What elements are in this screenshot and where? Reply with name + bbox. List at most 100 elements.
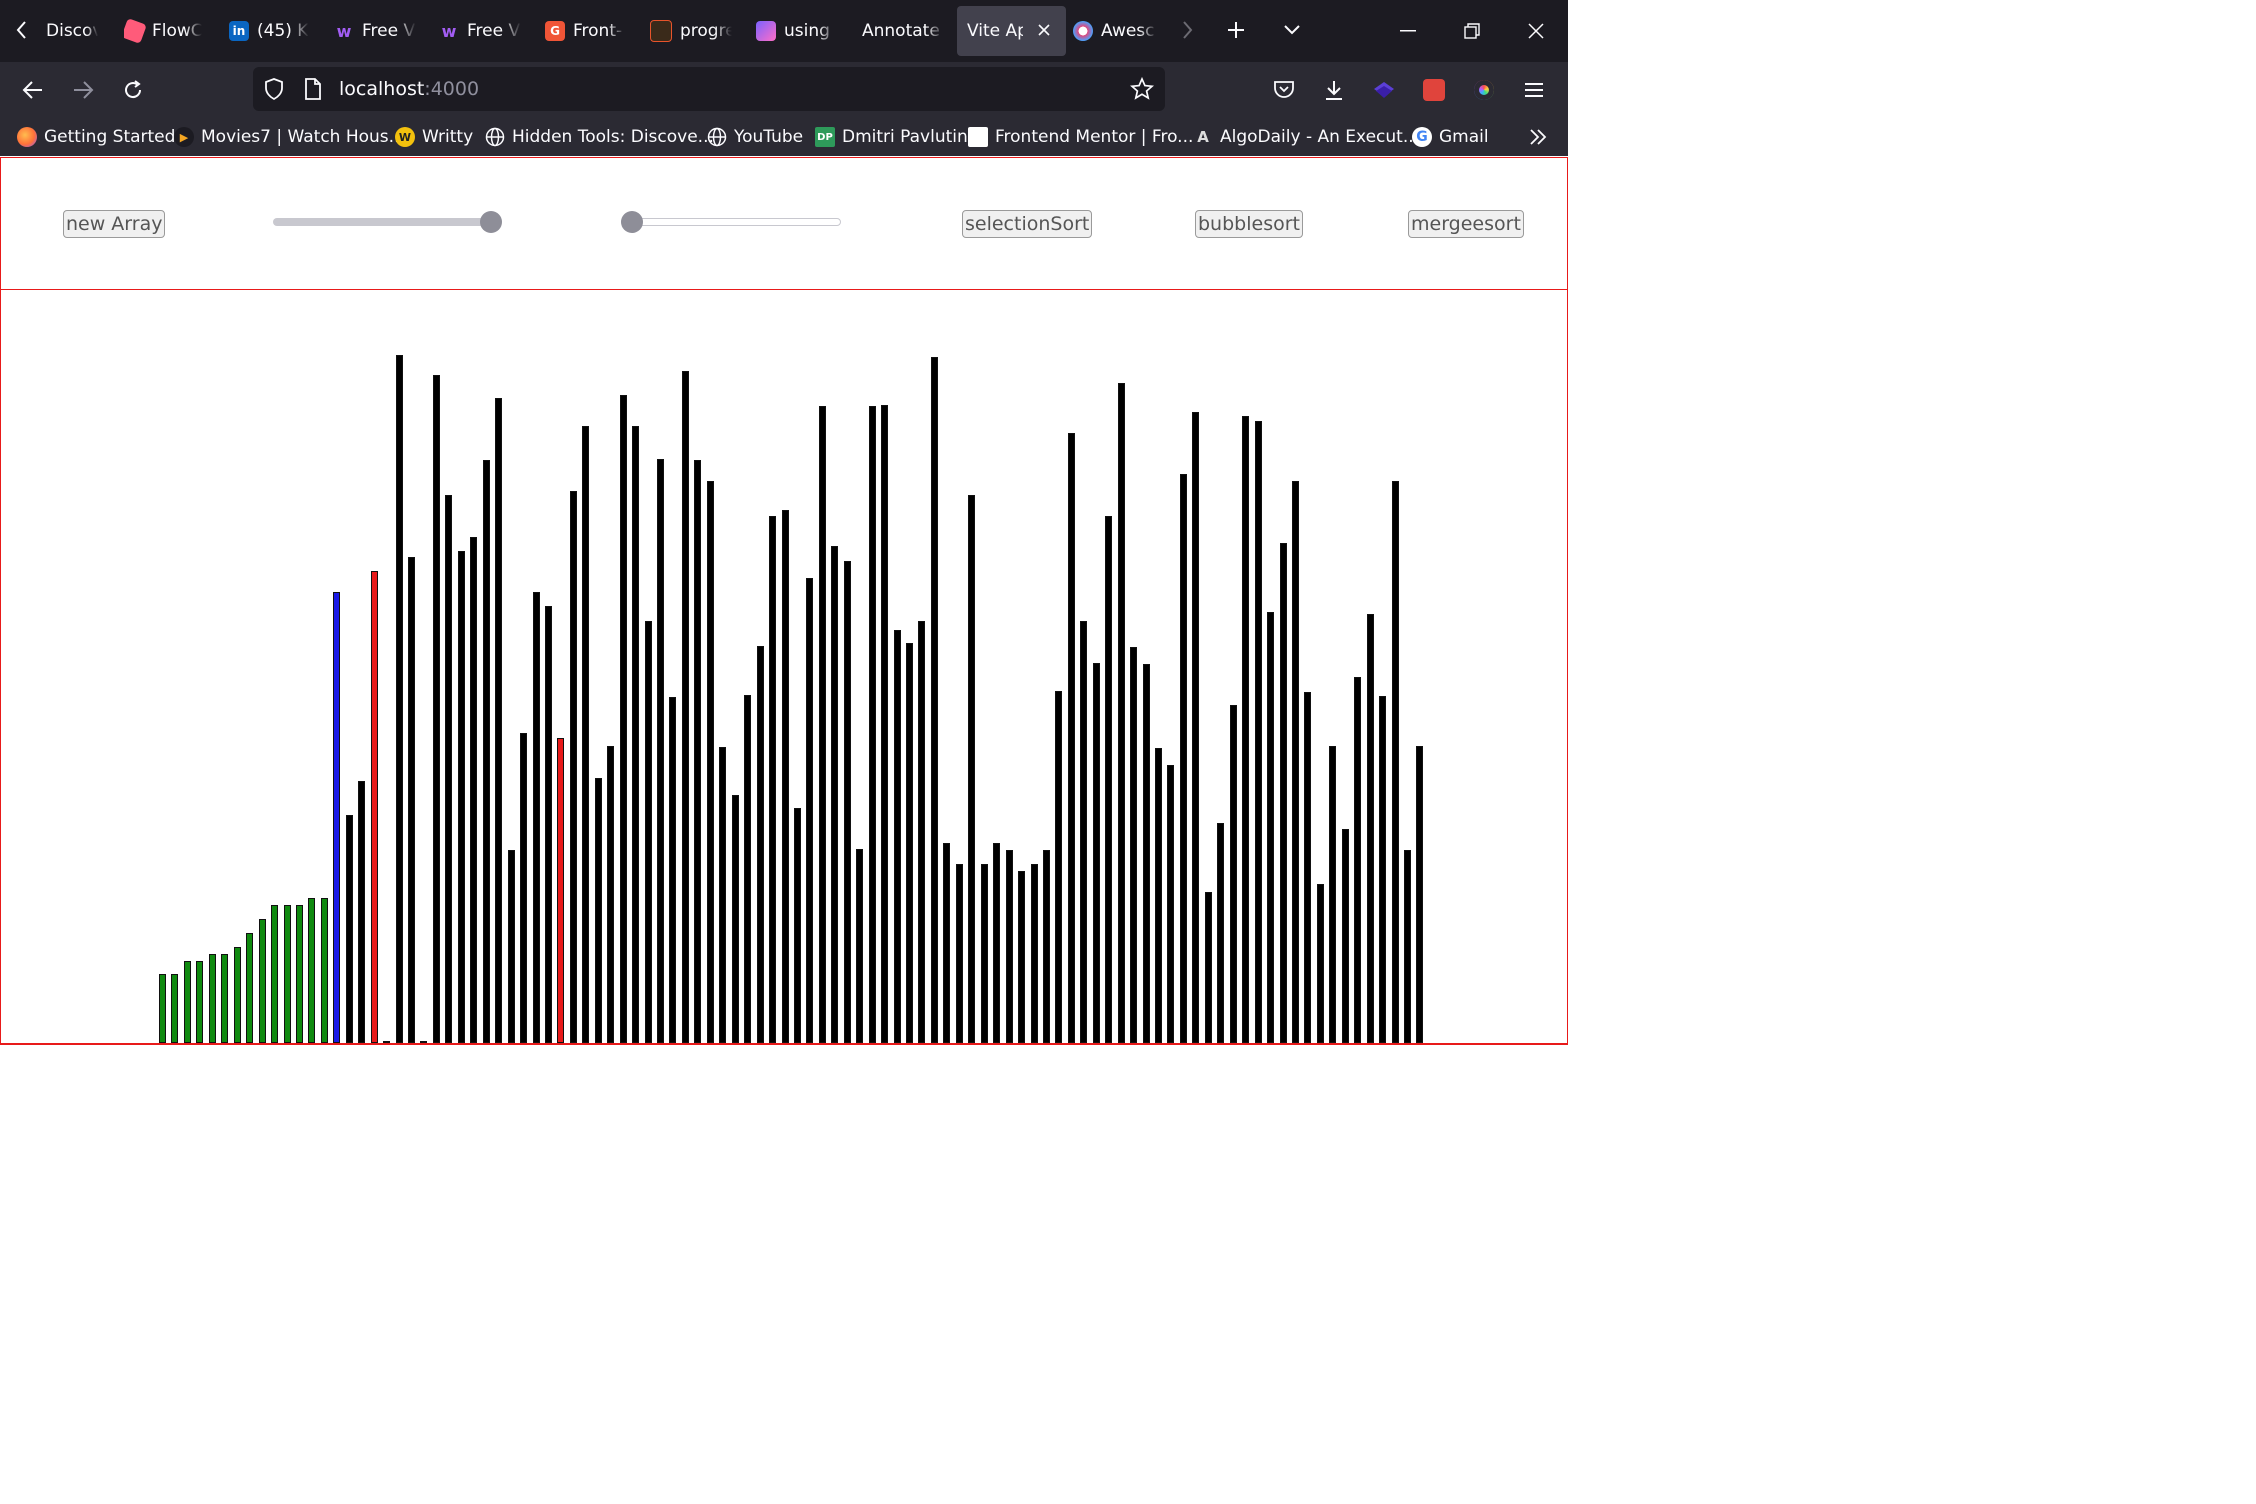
reload-icon[interactable] bbox=[117, 74, 149, 106]
tab-discover[interactable]: Discov bbox=[46, 6, 98, 56]
tab-webflow-2[interactable]: w Free V bbox=[439, 6, 521, 56]
forward-icon[interactable] bbox=[67, 74, 99, 106]
bar-unsorted bbox=[1179, 474, 1187, 1043]
bar-unsorted bbox=[657, 459, 664, 1043]
algodaily-icon: A bbox=[1197, 128, 1209, 146]
bar-sorted bbox=[295, 905, 303, 1043]
url-port: :4000 bbox=[424, 78, 480, 100]
bar-unsorted bbox=[731, 795, 739, 1043]
pocket-icon[interactable] bbox=[1268, 74, 1300, 106]
more-bookmarks-icon[interactable] bbox=[1528, 125, 1548, 149]
bar-unsorted bbox=[1142, 664, 1150, 1043]
bar-unsorted bbox=[1279, 543, 1287, 1043]
array-size-slider[interactable] bbox=[273, 211, 502, 233]
app-icon bbox=[756, 21, 776, 41]
bar-sorted bbox=[159, 974, 166, 1043]
bar-unsorted bbox=[594, 778, 602, 1043]
bar-unsorted bbox=[457, 551, 465, 1043]
bar-unsorted bbox=[831, 546, 839, 1043]
address-bar[interactable]: localhost:4000 bbox=[253, 67, 1165, 111]
menu-icon[interactable] bbox=[1518, 74, 1550, 106]
back-icon[interactable] bbox=[17, 74, 49, 106]
bar-unsorted bbox=[955, 864, 963, 1043]
selection-sort-button[interactable]: selectionSort bbox=[962, 210, 1093, 238]
bar-unsorted bbox=[818, 406, 826, 1043]
bar-unsorted bbox=[793, 808, 801, 1043]
navigation-toolbar: localhost:4000 bbox=[0, 62, 1568, 118]
bookmark-label: AlgoDaily - An Execut... bbox=[1220, 127, 1420, 147]
slider-thumb[interactable] bbox=[621, 211, 643, 233]
controls-panel: new Array selectionSort bubblesort merge… bbox=[0, 157, 1568, 291]
bar-unsorted bbox=[644, 621, 652, 1043]
restore-icon[interactable] bbox=[1450, 14, 1494, 48]
tab-progress[interactable]: progre bbox=[650, 6, 732, 56]
bubble-sort-button[interactable]: bubblesort bbox=[1195, 210, 1303, 238]
bookmark-writty[interactable]: W Writty bbox=[395, 125, 473, 149]
page-info-icon[interactable] bbox=[304, 78, 322, 104]
bookmark-label: Gmail bbox=[1439, 127, 1489, 147]
bar-sorted bbox=[208, 954, 216, 1043]
bar-unsorted bbox=[358, 781, 366, 1043]
bar-unsorted bbox=[756, 646, 764, 1043]
new-array-button[interactable]: new Array bbox=[63, 210, 166, 238]
bookmark-movies7[interactable]: ▶ Movies7 | Watch Hous... bbox=[174, 125, 405, 149]
bar-compare bbox=[370, 571, 378, 1043]
bar-unsorted bbox=[1167, 765, 1175, 1043]
bar-unsorted bbox=[420, 1041, 428, 1043]
url-text[interactable]: localhost:4000 bbox=[339, 78, 479, 100]
tab-webflow-1[interactable]: w Free V bbox=[334, 6, 416, 56]
play-icon: ▶ bbox=[174, 127, 194, 147]
fm-icon bbox=[968, 127, 988, 147]
tabs-scroll-right-icon[interactable] bbox=[1173, 16, 1201, 44]
tab-label: FlowC bbox=[152, 21, 202, 41]
extension-color-icon[interactable] bbox=[1468, 74, 1500, 106]
bookmark-youtube[interactable]: YouTube bbox=[707, 125, 803, 149]
list-all-tabs-icon[interactable] bbox=[1278, 16, 1306, 44]
bar-unsorted bbox=[1291, 481, 1299, 1043]
bookmark-hidden-tools[interactable]: Hidden Tools: Discove... bbox=[485, 125, 714, 149]
bookmark-getting-started[interactable]: Getting Started bbox=[17, 125, 175, 149]
bar-unsorted bbox=[1254, 421, 1262, 1043]
extension-paw-icon[interactable] bbox=[1418, 74, 1450, 106]
tab-frontend[interactable]: G Front- bbox=[545, 6, 625, 56]
tab-linkedin[interactable]: in (45) K bbox=[229, 6, 309, 56]
bookmark-label: Hidden Tools: Discove... bbox=[512, 127, 714, 147]
bar-unsorted bbox=[781, 510, 789, 1043]
dp-icon: DP bbox=[815, 127, 835, 147]
bookmark-gmail[interactable]: G Gmail bbox=[1412, 125, 1489, 149]
bookmark-label: Writty bbox=[422, 127, 474, 147]
shield-icon[interactable] bbox=[264, 78, 284, 104]
bookmark-label: Dmitri Pavlutin bbox=[842, 127, 968, 147]
bar-unsorted bbox=[918, 621, 926, 1043]
bar-unsorted bbox=[1204, 892, 1212, 1043]
firefox-icon bbox=[17, 127, 37, 147]
close-window-icon[interactable] bbox=[1514, 14, 1558, 48]
bookmark-algodaily[interactable]: A AlgoDaily - An Execut... bbox=[1193, 125, 1419, 149]
extension-layers-icon[interactable] bbox=[1368, 74, 1400, 106]
tab-annotate[interactable]: Annotate bbox=[862, 6, 944, 56]
slider-thumb[interactable] bbox=[480, 211, 502, 233]
tab-label: Free V bbox=[362, 21, 416, 41]
new-tab-icon[interactable] bbox=[1222, 16, 1250, 44]
bar-unsorted bbox=[806, 578, 814, 1043]
bookmark-label: Getting Started bbox=[44, 127, 176, 147]
bar-unsorted bbox=[669, 697, 677, 1043]
tab-vite-app[interactable]: Vite Ap bbox=[957, 6, 1066, 56]
close-tab-icon[interactable] bbox=[1032, 18, 1056, 42]
bar-unsorted bbox=[843, 561, 851, 1043]
bookmark-frontend-mentor[interactable]: Frontend Mentor | Fro... bbox=[968, 125, 1193, 149]
speed-slider[interactable] bbox=[621, 211, 841, 233]
bookmark-dmitri-pavlutin[interactable]: DP Dmitri Pavlutin bbox=[815, 125, 968, 149]
merge-sort-button[interactable]: mergeesort bbox=[1408, 210, 1524, 238]
bookmark-star-icon[interactable] bbox=[1129, 76, 1155, 105]
tab-using[interactable]: using bbox=[756, 6, 836, 56]
bookmark-label: Frontend Mentor | Fro... bbox=[995, 127, 1194, 147]
minimize-icon[interactable] bbox=[1386, 14, 1430, 48]
downloads-icon[interactable] bbox=[1318, 74, 1350, 106]
tabs-scroll-left-icon[interactable] bbox=[8, 16, 36, 44]
tab-flowcv[interactable]: FlowC bbox=[124, 6, 202, 56]
bar-unsorted bbox=[395, 355, 403, 1043]
bar-unsorted bbox=[383, 1041, 391, 1043]
bar-unsorted bbox=[532, 592, 540, 1043]
tab-awesome[interactable]: Awesc bbox=[1073, 6, 1157, 56]
